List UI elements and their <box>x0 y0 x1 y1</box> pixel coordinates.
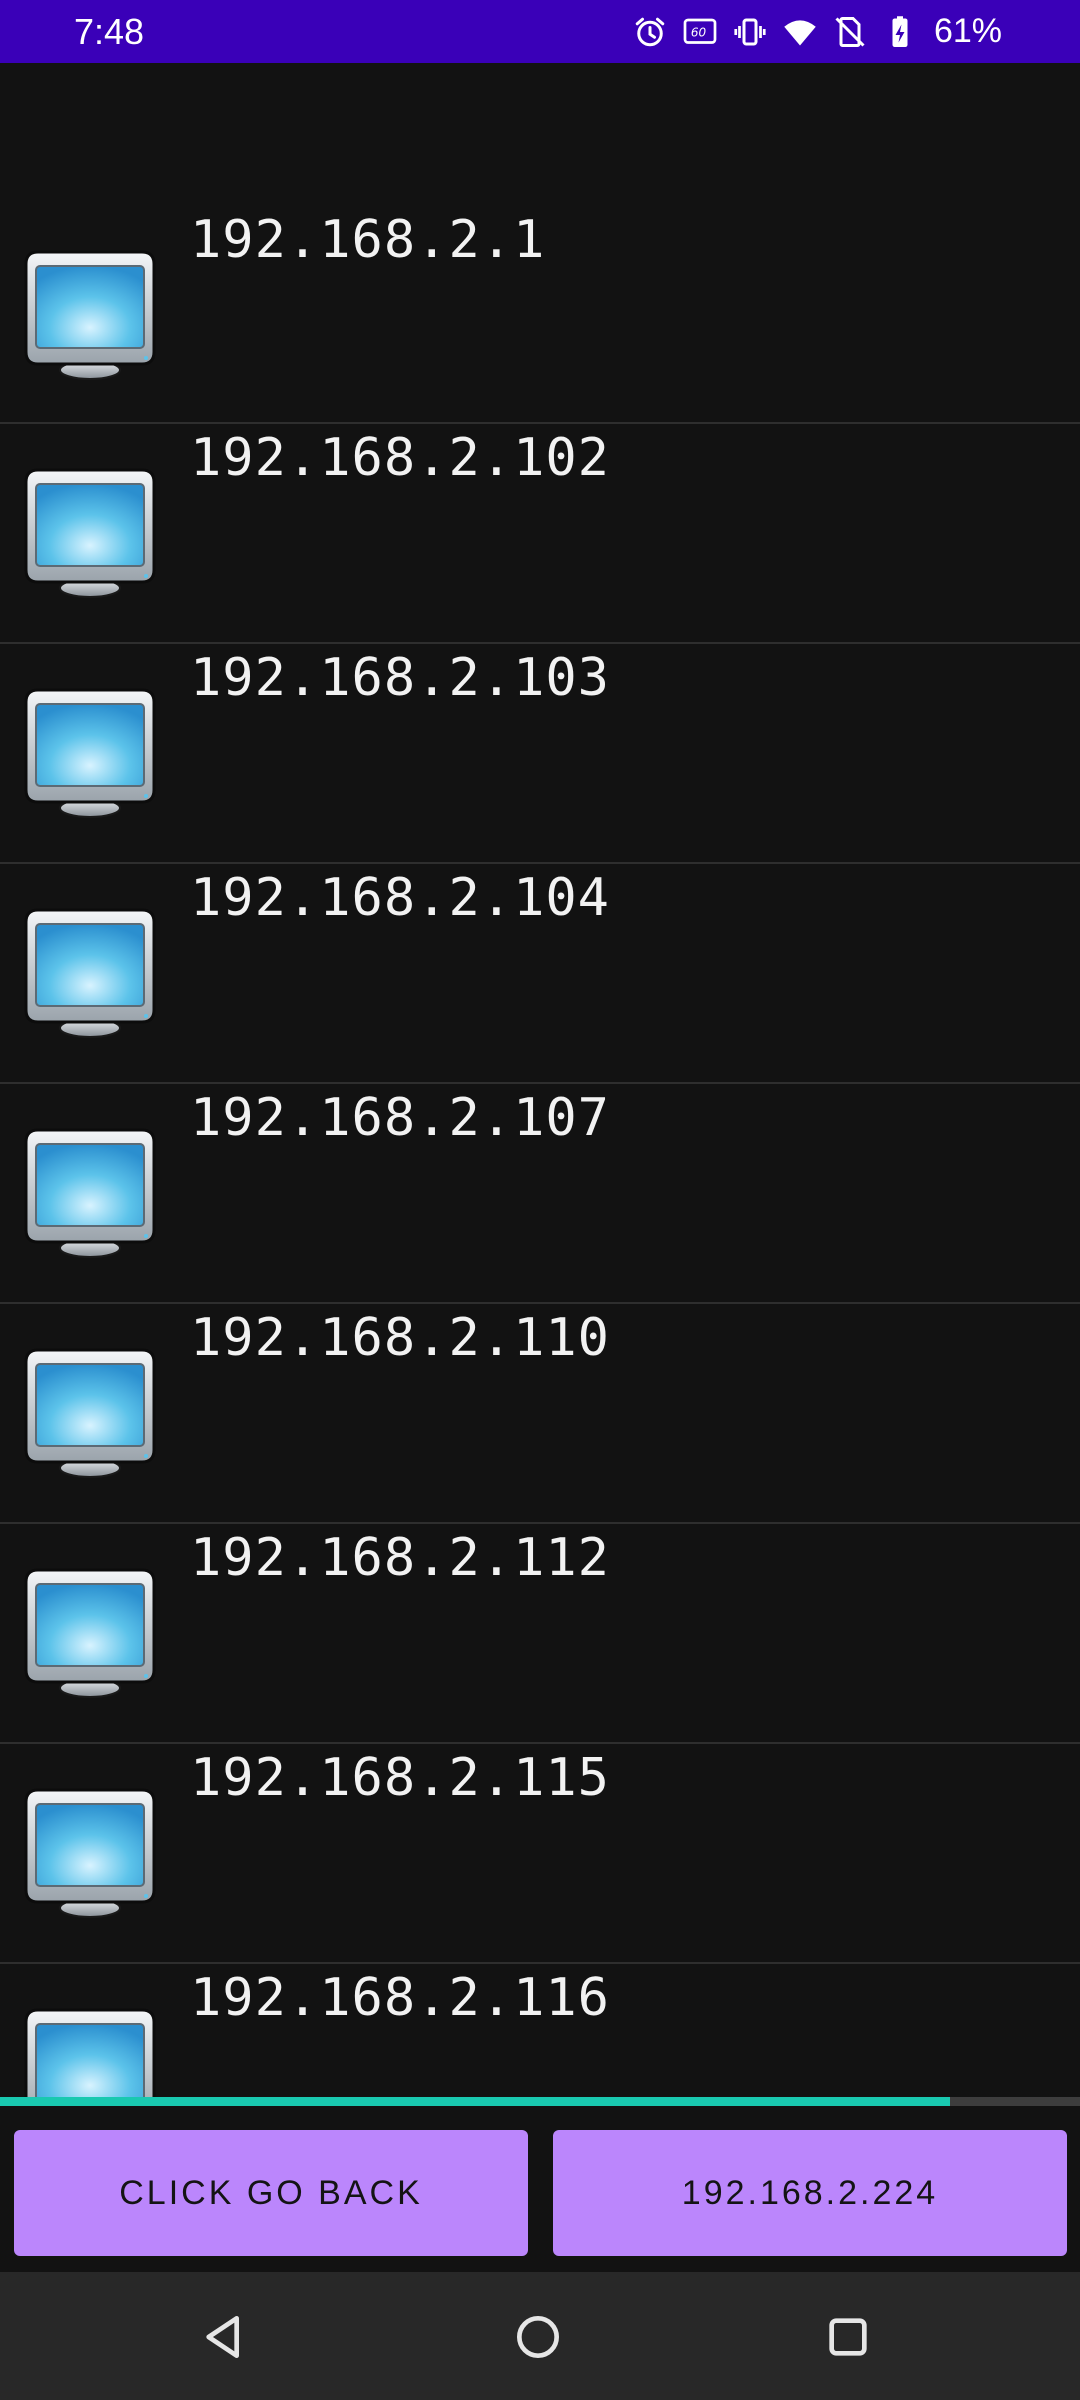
battery-charging-icon <box>882 14 918 50</box>
device-ip: 192.168.2.107 <box>190 1088 610 1148</box>
battery-percent: 61% <box>933 12 1002 50</box>
navigation-bar <box>0 2272 1080 2400</box>
recents-icon[interactable] <box>813 2302 883 2372</box>
scan-progress-fill <box>0 2097 951 2106</box>
device-row[interactable]: 192.168.2.102 <box>0 424 1080 644</box>
monitor-icon <box>18 684 162 824</box>
wifi-icon <box>782 14 818 50</box>
scan-progress-bar <box>0 2097 1080 2106</box>
monitor-icon <box>18 464 162 604</box>
monitor-icon <box>18 904 162 1044</box>
device-ip: 192.168.2.112 <box>190 1528 610 1588</box>
go-back-button[interactable]: CLICK GO BACK <box>14 2130 528 2256</box>
monitor-icon <box>18 1784 162 1924</box>
device-list[interactable]: 192.168.2.1 192.168.2.102 192.168.2.103 <box>0 63 1080 2098</box>
monitor-icon <box>18 1344 162 1484</box>
home-icon[interactable] <box>503 2302 573 2372</box>
device-row[interactable]: 192.168.2.103 <box>0 644 1080 864</box>
device-list-items: 192.168.2.1 192.168.2.102 192.168.2.103 <box>0 206 1080 2098</box>
back-icon[interactable] <box>190 2302 260 2372</box>
monitor-icon <box>18 1564 162 1704</box>
status-bar: 7:48 60 61% <box>0 0 1080 63</box>
device-ip: 192.168.2.103 <box>190 648 610 708</box>
monitor-icon <box>18 2004 162 2098</box>
device-row[interactable]: 192.168.2.107 <box>0 1084 1080 1304</box>
alarm-icon <box>632 14 668 50</box>
device-row[interactable]: 192.168.2.115 <box>0 1744 1080 1964</box>
device-row[interactable]: 192.168.2.104 <box>0 864 1080 1084</box>
device-ip: 192.168.2.116 <box>190 1968 610 2028</box>
vibrate-icon <box>732 14 768 50</box>
monitor-icon <box>18 246 162 386</box>
refresh-rate-label: 60 <box>691 25 707 39</box>
button-bar: CLICK GO BACK 192.168.2.224 <box>0 2106 1080 2272</box>
device-ip: 192.168.2.104 <box>190 868 610 928</box>
device-ip: 192.168.2.115 <box>190 1748 610 1808</box>
device-ip: 192.168.2.102 <box>190 428 610 488</box>
no-sim-icon <box>832 14 868 50</box>
device-row[interactable]: 192.168.2.112 <box>0 1524 1080 1744</box>
monitor-icon <box>18 1124 162 1264</box>
status-icons: 60 61% <box>632 0 1002 63</box>
device-row[interactable]: 192.168.2.1 <box>0 206 1080 424</box>
host-ip-button[interactable]: 192.168.2.224 <box>553 2130 1067 2256</box>
device-ip: 192.168.2.110 <box>190 1308 610 1368</box>
refresh-rate-icon: 60 <box>682 14 718 50</box>
device-row[interactable]: 192.168.2.116 <box>0 1964 1080 2098</box>
device-ip: 192.168.2.1 <box>190 210 546 270</box>
status-time: 7:48 <box>74 10 145 52</box>
device-row[interactable]: 192.168.2.110 <box>0 1304 1080 1524</box>
